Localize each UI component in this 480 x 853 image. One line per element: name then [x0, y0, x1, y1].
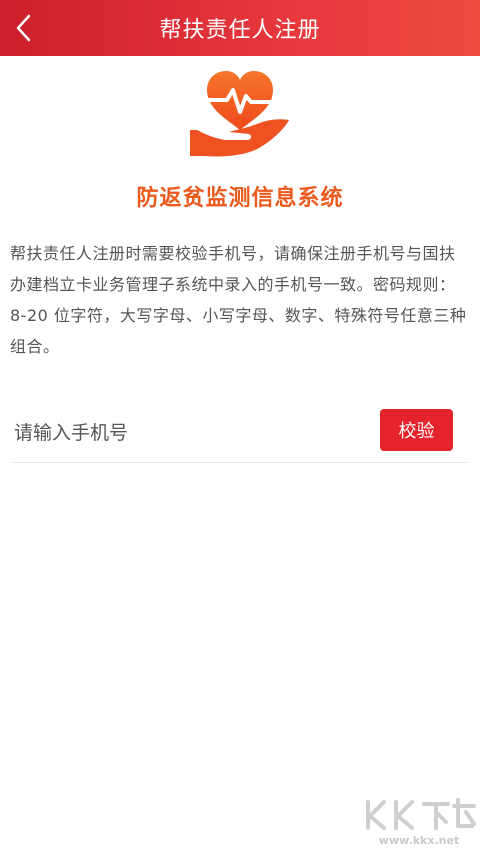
back-button[interactable] [4, 8, 44, 48]
app-header: 帮扶责任人注册 [0, 0, 480, 56]
phone-row: 校验 [12, 405, 468, 463]
verify-button[interactable]: 校验 [380, 409, 453, 451]
chevron-left-icon [16, 14, 31, 42]
page-title: 帮扶责任人注册 [159, 18, 321, 43]
kk-logo-icon [366, 798, 476, 830]
heart-pulse-hand-icon [185, 68, 295, 164]
registration-notice: 帮扶责任人注册时需要校验手机号，请确保注册手机号与国扶办建档立卡业务管理子系统中… [10, 244, 467, 356]
watermark: www.kkx.net [360, 796, 478, 852]
system-name: 防返贫监测信息系统 [136, 186, 344, 211]
watermark-url: www.kkx.net [378, 834, 460, 847]
phone-input[interactable] [14, 411, 354, 455]
